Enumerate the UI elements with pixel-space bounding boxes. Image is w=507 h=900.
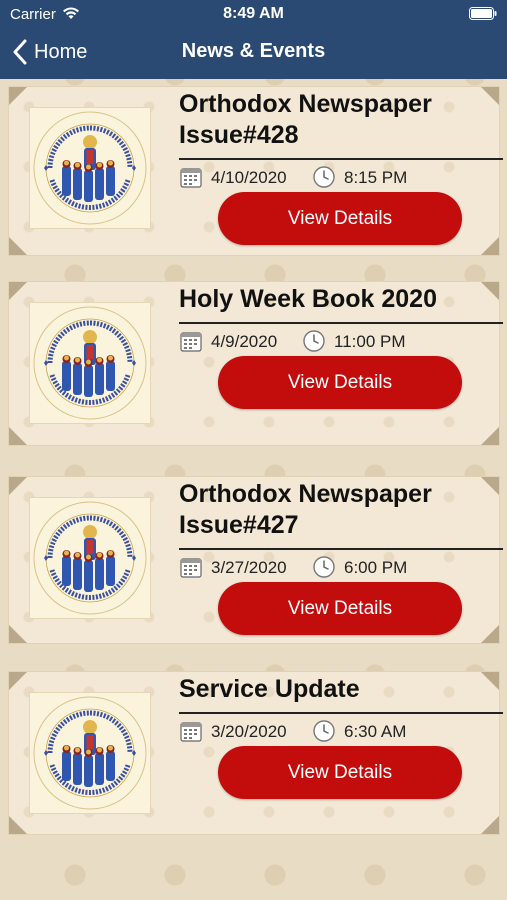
church-logo [29,107,151,229]
news-time: 6:30 AM [344,722,407,741]
church-logo [29,692,151,814]
title-divider [179,712,503,714]
news-title-line1: Orthodox Newspaper [179,480,432,508]
title-divider [179,158,503,160]
corner-ornament-icon [481,672,499,690]
corner-ornament-icon [481,427,499,445]
corner-ornament-icon [9,816,27,834]
clock-icon [303,330,325,352]
calendar-icon [180,168,202,188]
news-title[interactable]: Service Update [179,674,479,705]
news-card: Holy Week Book 2020 4/9/2020 11:00 PM Vi… [8,281,503,446]
news-date: 4/9/2020 [211,332,278,351]
news-card: Orthodox Newspaper Issue#427 3/27/2020 6… [8,476,503,644]
view-details-button[interactable]: View Details [218,746,462,799]
calendar-icon [180,332,202,352]
news-title[interactable]: Orthodox Newspaper Issue#427 [179,479,479,541]
church-logo-icon [33,696,147,810]
news-time: 6:00 PM [344,558,408,577]
view-details-button[interactable]: View Details [218,582,462,635]
corner-ornament-icon [481,477,499,495]
date-time-row: 4/9/2020 11:00 PM [179,327,499,355]
news-title-line1: Service Update [179,675,360,703]
corner-ornament-icon [481,237,499,255]
title-divider [179,322,503,324]
church-logo [29,497,151,619]
title-divider [179,548,503,550]
corner-ornament-icon [481,87,499,105]
news-date: 3/27/2020 [211,558,287,577]
news-title-line2: Issue#428 [179,121,299,149]
view-details-button[interactable]: View Details [218,192,462,245]
navigation-bar: Home News & Events [0,30,507,76]
corner-ornament-icon [481,816,499,834]
app-header: Carrier 8:49 AM Home News & Events [0,0,507,79]
news-time: 11:00 PM [334,332,406,351]
corner-ornament-icon [9,625,27,643]
date-time-row: 4/10/2020 8:15 PM [179,163,499,191]
date-time-row: 3/20/2020 6:30 AM [179,717,499,745]
battery-icon [469,7,497,20]
news-title-line1: Holy Week Book 2020 [179,285,437,313]
clock-icon [313,556,335,578]
status-bar: Carrier 8:49 AM [0,0,507,28]
corner-ornament-icon [9,87,27,105]
news-time: 8:15 PM [344,168,408,187]
church-logo-icon [33,501,147,615]
date-time-row: 3/27/2020 6:00 PM [179,553,499,581]
corner-ornament-icon [9,282,27,300]
corner-ornament-icon [9,672,27,690]
news-title-line1: Orthodox Newspaper [179,90,432,118]
news-card: Service Update 3/20/2020 6:30 AM View De… [8,671,503,835]
church-logo-icon [33,306,147,420]
corner-ornament-icon [9,237,27,255]
corner-ornament-icon [481,282,499,300]
status-time: 8:49 AM [223,5,284,22]
calendar-icon [180,558,202,578]
news-title[interactable]: Orthodox Newspaper Issue#428 [179,89,479,151]
news-date: 3/20/2020 [211,722,287,741]
clock-icon [313,720,335,742]
page-title: News & Events [181,40,326,62]
corner-ornament-icon [481,625,499,643]
corner-ornament-icon [9,427,27,445]
church-logo [29,302,151,424]
news-card: Orthodox Newspaper Issue#428 4/10/2020 8… [8,86,503,256]
news-title-line2: Issue#427 [179,511,299,539]
news-date: 4/10/2020 [211,168,287,187]
church-logo-icon [33,111,147,225]
view-details-button[interactable]: View Details [218,356,462,409]
corner-ornament-icon [9,477,27,495]
calendar-icon [180,722,202,742]
clock-icon [313,166,335,188]
news-title[interactable]: Holy Week Book 2020 [179,284,479,315]
